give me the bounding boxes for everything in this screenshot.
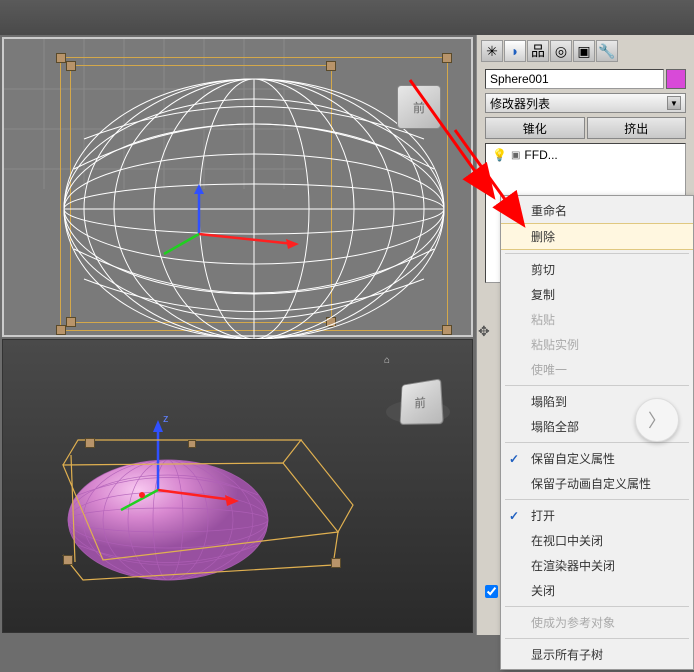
modifier-list-dropdown[interactable]: 修改器列表 ▼ xyxy=(485,93,686,113)
check-icon: ✓ xyxy=(509,509,519,523)
menu-copy[interactable]: 复制 xyxy=(501,282,693,307)
pan-icon[interactable]: ✥ xyxy=(478,323,490,340)
menu-separator xyxy=(505,442,689,443)
menu-separator xyxy=(505,253,689,254)
menu-make-unique: 使唯一 xyxy=(501,357,693,382)
ext-point-checkbox[interactable] xyxy=(485,585,498,598)
modifier-stack-item[interactable]: 💡 ▣ FFD... xyxy=(488,146,683,164)
menu-on[interactable]: ✓ 打开 xyxy=(501,503,693,528)
menu-separator xyxy=(505,499,689,500)
menu-off-viewport[interactable]: 在视口中关闭 xyxy=(501,528,693,553)
top-toolbar xyxy=(0,0,694,35)
modifier-dropdown-label: 修改器列表 xyxy=(490,95,550,112)
viewcube-perspective[interactable]: 前 xyxy=(400,378,444,424)
menu-make-reference: 使成为参考对象 xyxy=(501,610,693,635)
menu-keep-ca[interactable]: ✓ 保留自定义属性 xyxy=(501,446,693,471)
viewport-perspective-shaded[interactable]: z 前 ⌂ xyxy=(2,339,473,633)
menu-cut[interactable]: 剪切 xyxy=(501,257,693,282)
menu-off[interactable]: 关闭 xyxy=(501,578,693,603)
extrude-button[interactable]: 挤出 xyxy=(587,117,687,139)
utilities-tab-icon[interactable]: 🔧 xyxy=(596,40,618,62)
ffd-lattice-inner[interactable] xyxy=(70,65,332,323)
check-icon: ✓ xyxy=(509,452,519,466)
expand-icon: ▣ xyxy=(511,150,520,161)
dropdown-arrow-icon: ▼ xyxy=(667,96,681,110)
panel-tabs: ✳ ◗ 品 ◎ ▣ 🔧 xyxy=(477,35,694,67)
hierarchy-tab-icon[interactable]: 品 xyxy=(527,40,549,62)
menu-delete[interactable]: 删除 xyxy=(501,223,693,250)
menu-separator xyxy=(505,606,689,607)
viewport-container: 前 xyxy=(0,35,473,637)
main-area: 前 xyxy=(0,35,694,637)
display-tab-icon[interactable]: ▣ xyxy=(573,40,595,62)
menu-separator xyxy=(505,638,689,639)
next-arrow-button[interactable]: 〉 xyxy=(635,398,679,442)
modifier-name: FFD... xyxy=(524,148,557,162)
menu-keep-sub-ca[interactable]: 保留子动画自定义属性 xyxy=(501,471,693,496)
bulb-icon: 💡 xyxy=(492,148,507,162)
home-icon[interactable]: ⌂ xyxy=(384,355,390,366)
viewcube-front[interactable]: 前 xyxy=(397,85,441,129)
viewport-front-wireframe[interactable]: 前 xyxy=(2,37,473,337)
object-color-swatch[interactable] xyxy=(666,69,686,89)
menu-separator xyxy=(505,385,689,386)
taper-button[interactable]: 锥化 xyxy=(485,117,585,139)
object-name-input[interactable] xyxy=(485,69,664,89)
menu-paste-instance: 粘贴实例 xyxy=(501,332,693,357)
svg-text:z: z xyxy=(163,413,169,425)
menu-rename[interactable]: 重命名 xyxy=(501,198,693,223)
menu-paste: 粘贴 xyxy=(501,307,693,332)
menu-off-renderer[interactable]: 在渲染器中关闭 xyxy=(501,553,693,578)
modify-tab-icon[interactable]: ◗ xyxy=(504,40,526,62)
create-tab-icon[interactable]: ✳ xyxy=(481,40,503,62)
motion-tab-icon[interactable]: ◎ xyxy=(550,40,572,62)
menu-show-subtree[interactable]: 显示所有子树 xyxy=(501,642,693,667)
